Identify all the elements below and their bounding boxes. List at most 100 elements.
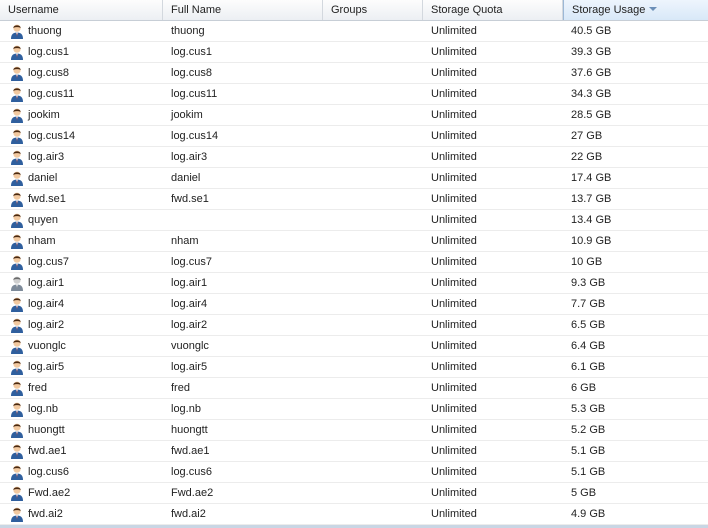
user-icon (11, 213, 23, 228)
table-body: thuong thuong Unlimited 40.5 GB log.cus1 log.… (0, 21, 708, 525)
cell-storage-quota: Unlimited (431, 130, 477, 142)
cell-storage-usage: 22 GB (571, 151, 603, 163)
table-row[interactable]: log.air1 log.air1 Unlimited 9.3 GB (0, 273, 708, 294)
cell-full-name: Fwd.ae2 (171, 487, 214, 499)
column-header-username[interactable]: Username (0, 0, 163, 20)
cell-storage-usage: 10 GB (571, 256, 603, 268)
cell-storage-quota: Unlimited (431, 424, 477, 436)
cell-full-name: vuonglc (171, 340, 209, 352)
table-row[interactable]: daniel daniel Unlimited 17.4 GB (0, 168, 708, 189)
column-header-storage-quota[interactable]: Storage Quota (423, 0, 563, 20)
cell-storage-usage: 9.3 GB (571, 277, 606, 289)
column-header-full-name[interactable]: Full Name (163, 0, 323, 20)
cell-storage-quota: Unlimited (431, 172, 477, 184)
cell-storage-usage: 13.7 GB (571, 193, 612, 205)
cell-storage-usage: 5.3 GB (571, 403, 606, 415)
cell-full-name: log.air3 (171, 151, 208, 163)
cell-username: daniel (0, 168, 163, 188)
table-row[interactable]: log.air3 log.air3 Unlimited 22 GB (0, 147, 708, 168)
cell-full-name: log.air4 (171, 298, 208, 310)
cell-full-name: nham (171, 235, 199, 247)
cell-storage-quota: Unlimited (431, 487, 477, 499)
cell-storage-quota: Unlimited (431, 319, 477, 331)
cell-username: jookim (0, 105, 163, 125)
table-row[interactable]: log.cus8 log.cus8 Unlimited 37.6 GB (0, 63, 708, 84)
user-icon (11, 465, 23, 480)
cell-full-name: fwd.se1 (171, 193, 209, 205)
column-header-label: Full Name (171, 4, 222, 16)
table-row[interactable]: jookim jookim Unlimited 28.5 GB (0, 105, 708, 126)
username-text: log.air4 (28, 297, 65, 310)
cell-groups (323, 105, 423, 125)
table-row[interactable]: quyen Unlimited 13.4 GB (0, 210, 708, 231)
cell-username: fwd.se1 (0, 189, 163, 209)
cell-storage-quota: Unlimited (431, 298, 477, 310)
sort-descending-icon[interactable] (649, 7, 658, 12)
user-icon (11, 234, 23, 249)
table-row[interactable]: fwd.ai2 fwd.ai2 Unlimited 4.9 GB (0, 504, 708, 525)
cell-full-name: log.cus1 (171, 46, 212, 58)
cell-groups (323, 420, 423, 440)
cell-storage-quota: Unlimited (431, 403, 477, 415)
cell-storage-quota: Unlimited (431, 466, 477, 478)
cell-storage-quota: Unlimited (431, 256, 477, 268)
cell-storage-usage: 5 GB (571, 487, 597, 499)
table-row[interactable]: vuonglc vuonglc Unlimited 6.4 GB (0, 336, 708, 357)
table-row[interactable]: log.nb log.nb Unlimited 5.3 GB (0, 399, 708, 420)
table-row[interactable]: huongtt huongtt Unlimited 5.2 GB (0, 420, 708, 441)
table-row[interactable]: fred fred Unlimited 6 GB (0, 378, 708, 399)
cell-storage-usage: 28.5 GB (571, 109, 612, 121)
cell-storage-usage: 6.5 GB (571, 319, 606, 331)
cell-full-name: log.cus7 (171, 256, 212, 268)
table-row[interactable]: log.air5 log.air5 Unlimited 6.1 GB (0, 357, 708, 378)
table-row[interactable]: fwd.ae1 fwd.ae1 Unlimited 5.1 GB (0, 441, 708, 462)
table-row[interactable]: thuong thuong Unlimited 40.5 GB (0, 21, 708, 42)
cell-username: quyen (0, 210, 163, 230)
column-header-storage-usage[interactable]: Storage Usage (563, 0, 708, 20)
cell-groups (323, 147, 423, 167)
username-text: fwd.ae1 (28, 444, 67, 457)
table-row[interactable]: log.cus14 log.cus14 Unlimited 27 GB (0, 126, 708, 147)
cell-storage-quota: Unlimited (431, 67, 477, 79)
cell-storage-quota: Unlimited (431, 214, 477, 226)
table-row[interactable]: log.air4 log.air4 Unlimited 7.7 GB (0, 294, 708, 315)
table-row[interactable]: log.cus6 log.cus6 Unlimited 5.1 GB (0, 462, 708, 483)
cell-username: log.cus7 (0, 252, 163, 272)
cell-storage-quota: Unlimited (431, 151, 477, 163)
cell-storage-quota: Unlimited (431, 340, 477, 352)
user-icon (11, 108, 23, 123)
cell-full-name: huongtt (171, 424, 208, 436)
username-text: log.cus11 (28, 87, 75, 100)
user-icon (11, 381, 23, 396)
table-row[interactable]: log.cus1 log.cus1 Unlimited 39.3 GB (0, 42, 708, 63)
cell-storage-quota: Unlimited (431, 235, 477, 247)
column-header-label: Storage Usage (572, 4, 646, 16)
user-icon (11, 129, 23, 144)
user-icon (11, 45, 23, 60)
cell-full-name: fwd.ae1 (171, 445, 210, 457)
cell-groups (323, 210, 423, 230)
table-row[interactable]: Fwd.ae2 Fwd.ae2 Unlimited 5 GB (0, 483, 708, 504)
column-header-groups[interactable]: Groups (323, 0, 423, 20)
user-icon (11, 402, 23, 417)
user-icon (11, 276, 23, 291)
cell-groups (323, 84, 423, 104)
username-text: log.cus8 (28, 66, 69, 79)
username-text: Fwd.ae2 (28, 486, 71, 499)
username-text: log.nb (28, 402, 58, 415)
user-icon (11, 318, 23, 333)
user-icon (11, 66, 23, 81)
cell-full-name: log.nb (171, 403, 201, 415)
cell-storage-usage: 13.4 GB (571, 214, 612, 226)
table-row[interactable]: nham nham Unlimited 10.9 GB (0, 231, 708, 252)
user-icon (11, 87, 23, 102)
cell-full-name: fred (171, 382, 190, 394)
table-row[interactable]: log.cus7 log.cus7 Unlimited 10 GB (0, 252, 708, 273)
user-icon (11, 297, 23, 312)
cell-groups (323, 231, 423, 251)
cell-storage-quota: Unlimited (431, 445, 477, 457)
table-row[interactable]: log.air2 log.air2 Unlimited 6.5 GB (0, 315, 708, 336)
user-icon (11, 192, 23, 207)
table-row[interactable]: log.cus11 log.cus11 Unlimited 34.3 GB (0, 84, 708, 105)
table-row[interactable]: fwd.se1 fwd.se1 Unlimited 13.7 GB (0, 189, 708, 210)
